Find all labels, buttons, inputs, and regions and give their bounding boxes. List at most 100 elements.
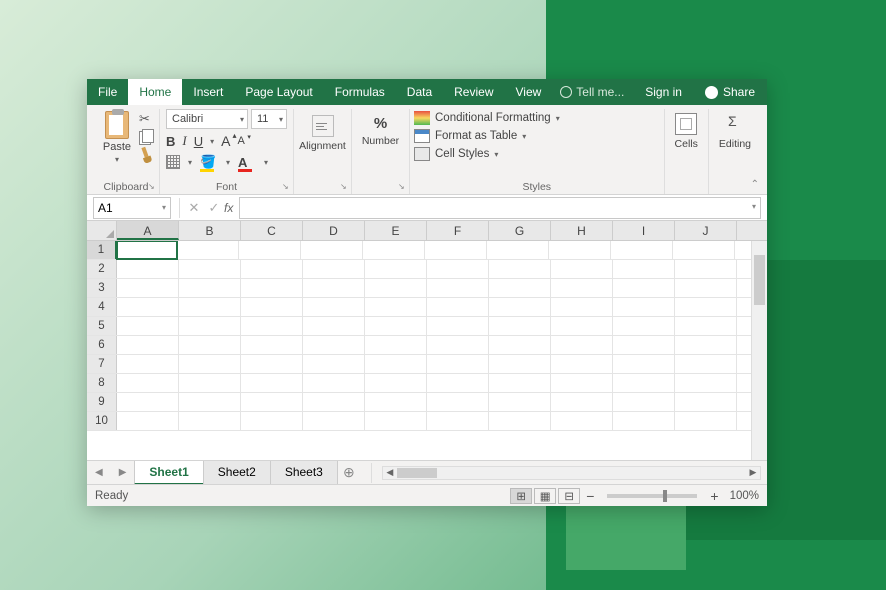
font-name-combo[interactable]: Calibri▾ [166,109,248,129]
cell-I4[interactable] [613,298,675,316]
cell-D1[interactable] [301,241,363,259]
cell-H5[interactable] [551,317,613,335]
cell-H1[interactable] [549,241,611,259]
column-header-E[interactable]: E [365,221,427,240]
cell-A5[interactable] [117,317,179,335]
cell-I10[interactable] [613,412,675,430]
bold-button[interactable]: B [166,134,175,149]
tab-view[interactable]: View [505,79,553,105]
cell-B10[interactable] [179,412,241,430]
cell-B1[interactable] [177,241,239,259]
column-header-C[interactable]: C [241,221,303,240]
cell-I9[interactable] [613,393,675,411]
cell-F9[interactable] [427,393,489,411]
cell-G9[interactable] [489,393,551,411]
column-header-F[interactable]: F [427,221,489,240]
cell-F1[interactable] [425,241,487,259]
cell-D6[interactable] [303,336,365,354]
cell-G5[interactable] [489,317,551,335]
font-size-combo[interactable]: 11▾ [251,109,287,129]
cell-H3[interactable] [551,279,613,297]
cell-B9[interactable] [179,393,241,411]
cell-E10[interactable] [365,412,427,430]
zoom-out-button[interactable]: − [581,488,599,504]
row-header-3[interactable]: 3 [87,279,117,297]
tab-file[interactable]: File [87,79,128,105]
cell-I1[interactable] [611,241,673,259]
sign-in-button[interactable]: Sign in [634,79,693,105]
tab-data[interactable]: Data [396,79,443,105]
shrink-font-button[interactable]: A▾ [237,135,244,147]
cell-C8[interactable] [241,374,303,392]
cell-E4[interactable] [365,298,427,316]
cell-E2[interactable] [365,260,427,278]
cell-A7[interactable] [117,355,179,373]
cell-D5[interactable] [303,317,365,335]
tab-formulas[interactable]: Formulas [324,79,396,105]
format-painter-button[interactable] [137,145,156,165]
tab-page-layout[interactable]: Page Layout [234,79,323,105]
cancel-formula-button[interactable]: ✕ [184,200,204,216]
cell-I6[interactable] [613,336,675,354]
zoom-in-button[interactable]: + [705,488,723,504]
cell-G8[interactable] [489,374,551,392]
cell-C10[interactable] [241,412,303,430]
alignment-dialog-launcher[interactable]: ↘ [340,182,350,192]
cell-J5[interactable] [675,317,737,335]
cell-C2[interactable] [241,260,303,278]
cell-A10[interactable] [117,412,179,430]
cell-H6[interactable] [551,336,613,354]
conditional-formatting-button[interactable]: Conditional Formatting▾ [414,111,660,125]
column-header-A[interactable]: A [117,221,179,240]
cell-F7[interactable] [427,355,489,373]
cell-A3[interactable] [117,279,179,297]
cell-I3[interactable] [613,279,675,297]
cell-C3[interactable] [241,279,303,297]
grow-font-button[interactable]: A▴ [221,133,230,149]
row-header-2[interactable]: 2 [87,260,117,278]
cell-C5[interactable] [241,317,303,335]
cell-B2[interactable] [179,260,241,278]
cell-A8[interactable] [117,374,179,392]
cell-I2[interactable] [613,260,675,278]
tab-review[interactable]: Review [443,79,504,105]
cell-J8[interactable] [675,374,737,392]
borders-button[interactable] [166,155,180,169]
cell-J10[interactable] [675,412,737,430]
cell-J4[interactable] [675,298,737,316]
cell-J2[interactable] [675,260,737,278]
cell-J7[interactable] [675,355,737,373]
tell-me-search[interactable]: Tell me... [552,79,632,105]
cell-D2[interactable] [303,260,365,278]
cell-G6[interactable] [489,336,551,354]
cell-I7[interactable] [613,355,675,373]
cell-H4[interactable] [551,298,613,316]
sheet-nav-prev[interactable]: ◀ [87,467,111,478]
cell-B3[interactable] [179,279,241,297]
paste-button[interactable]: Paste▾ [99,109,135,164]
cell-G3[interactable] [489,279,551,297]
cell-J6[interactable] [675,336,737,354]
cell-J3[interactable] [675,279,737,297]
cell-G1[interactable] [487,241,549,259]
cell-H9[interactable] [551,393,613,411]
cell-H7[interactable] [551,355,613,373]
cell-A1[interactable] [116,241,178,260]
cell-A6[interactable] [117,336,179,354]
alignment-button[interactable] [312,115,334,137]
collapse-ribbon-button[interactable]: ⌃ [751,179,759,190]
font-color-button[interactable]: A [238,155,256,170]
cell-C7[interactable] [241,355,303,373]
cell-F2[interactable] [427,260,489,278]
column-header-H[interactable]: H [551,221,613,240]
vertical-scrollbar[interactable] [751,241,767,460]
row-header-9[interactable]: 9 [87,393,117,411]
view-normal-button[interactable]: ⊞ [510,488,532,504]
cell-A4[interactable] [117,298,179,316]
cell-I8[interactable] [613,374,675,392]
view-page-break-button[interactable]: ⊟ [558,488,580,504]
cell-E8[interactable] [365,374,427,392]
cell-B4[interactable] [179,298,241,316]
cell-H10[interactable] [551,412,613,430]
zoom-slider[interactable] [607,494,697,498]
